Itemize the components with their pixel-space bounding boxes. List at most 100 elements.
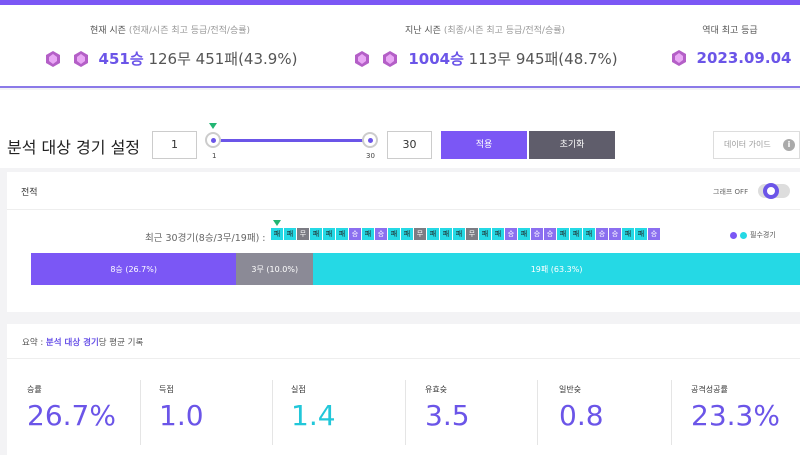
- recent-marker-icon: [273, 220, 281, 226]
- game-result-tile[interactable]: 승: [349, 228, 361, 240]
- stat-label: 일반슛: [559, 385, 582, 394]
- stat-label: 공격성공률: [691, 385, 728, 394]
- min-games-input[interactable]: 1: [152, 131, 197, 159]
- game-result-tile[interactable]: 패: [323, 228, 335, 240]
- game-result-tile[interactable]: 승: [375, 228, 387, 240]
- settings-title: 분석 대상 경기 설정: [7, 138, 141, 157]
- toggle-knob: [763, 183, 779, 199]
- current-season-record: 451승 126무 451패(43.9%): [98, 50, 298, 68]
- slider-min-label: 1: [212, 152, 217, 160]
- reset-button[interactable]: 초기화: [529, 131, 615, 159]
- game-result-tile[interactable]: 패: [622, 228, 634, 240]
- stat-conceded: 실점 1.4: [291, 384, 336, 432]
- game-result-tile[interactable]: 패: [583, 228, 595, 240]
- game-result-tile[interactable]: 패: [453, 228, 465, 240]
- data-guide-label: 데이터 가이드: [724, 140, 771, 149]
- game-result-tile[interactable]: 패: [388, 228, 400, 240]
- stat-value: 26.7%: [27, 399, 116, 432]
- recent-games-label: 최근 30경기(8승/3무/19패) :: [145, 233, 266, 244]
- game-result-tile[interactable]: 패: [479, 228, 491, 240]
- game-result-tile[interactable]: 패: [401, 228, 413, 240]
- stat-shots-on-target: 유효슛 3.5: [425, 384, 470, 432]
- game-result-tile[interactable]: 승: [596, 228, 608, 240]
- record-panel: 전적 그래프 OFF 최근 30경기(8승/3무/19패) : 패패무패패패승패…: [7, 172, 800, 312]
- graph-toggle[interactable]: [758, 183, 790, 199]
- stat-value: 0.8: [559, 399, 604, 432]
- last-season: 지난 시즌 (최종/시즌 최고 등급/전적/승률) 1004승 113무 945…: [350, 23, 620, 69]
- game-result-tile[interactable]: 패: [284, 228, 296, 240]
- stat-label: 실점: [291, 385, 306, 394]
- game-result-tile[interactable]: 패: [271, 228, 283, 240]
- record-title: 전적: [21, 188, 38, 198]
- range-slider-max-handle[interactable]: [362, 132, 378, 148]
- game-result-tile[interactable]: 무: [466, 228, 478, 240]
- game-result-tile[interactable]: 패: [635, 228, 647, 240]
- slider-marker-icon: [209, 123, 217, 129]
- must-game-legend: 필수경기: [730, 230, 776, 240]
- graph-toggle-label: 그래프 OFF: [713, 188, 749, 196]
- game-result-tile[interactable]: 패: [336, 228, 348, 240]
- last-season-record: 1004승 113무 945패(48.7%): [408, 50, 618, 68]
- last-season-label: 지난 시즌 (최종/시즌 최고 등급/전적/승률): [404, 26, 566, 36]
- divider: [272, 380, 273, 445]
- last-best-gem-icon: [383, 50, 398, 67]
- game-result-tile[interactable]: 패: [492, 228, 504, 240]
- stat-value: 3.5: [425, 399, 470, 432]
- result-ratio-bar: 8승 (26.7%) 3무 (10.0%) 19패 (63.3%): [31, 253, 800, 285]
- slider-max-label: 30: [366, 152, 375, 160]
- recent-games-list: 패패무패패패승패승패패무패패패무패패승패승승패패패승승패패승: [271, 228, 660, 240]
- stat-value: 23.3%: [691, 399, 780, 432]
- season-summary-header: 현재 시즌 (현재/시즌 최고 등급/전적/승률) 451승 126무 451패…: [0, 5, 800, 88]
- stat-value: 1.0: [159, 399, 204, 432]
- legend-purple-dot-icon: [730, 231, 737, 239]
- stat-value: 1.4: [291, 399, 336, 432]
- current-best-gem-icon: [73, 50, 88, 67]
- game-result-tile[interactable]: 승: [505, 228, 517, 240]
- all-time-best-date: 2023.09.04: [696, 49, 792, 67]
- game-result-tile[interactable]: 승: [648, 228, 660, 240]
- stat-label: 승률: [27, 385, 42, 394]
- apply-button[interactable]: 적용: [441, 131, 527, 159]
- stat-label: 유효슛: [425, 385, 448, 394]
- legend-cyan-dot-icon: [740, 231, 747, 239]
- max-games-input[interactable]: 30: [387, 131, 432, 159]
- divider: [671, 380, 672, 445]
- game-result-tile[interactable]: 무: [414, 228, 426, 240]
- range-slider-track[interactable]: [212, 139, 370, 142]
- divider: [537, 380, 538, 445]
- game-result-tile[interactable]: 패: [518, 228, 530, 240]
- stat-other-shots: 일반슛 0.8: [559, 384, 604, 432]
- current-season: 현재 시즌 (현재/시즌 최고 등급/전적/승률) 451승 126무 451패…: [40, 23, 300, 69]
- summary-panel: 요약 : 분석 대상 경기당 평균 기록 승률 26.7% 득점 1.0 실점 …: [7, 324, 800, 455]
- stat-win-rate: 승률 26.7%: [27, 384, 116, 432]
- game-result-tile[interactable]: 승: [531, 228, 543, 240]
- all-time-best-label: 역대 최고 등급: [702, 26, 758, 36]
- game-result-tile[interactable]: 승: [544, 228, 556, 240]
- range-slider-min-handle[interactable]: [205, 132, 221, 148]
- summary-title: 요약 : 분석 대상 경기당 평균 기록: [22, 338, 144, 348]
- game-result-tile[interactable]: 패: [440, 228, 452, 240]
- data-guide-button[interactable]: 데이터 가이드 i: [713, 131, 800, 159]
- divider: [405, 380, 406, 445]
- game-result-tile[interactable]: 패: [362, 228, 374, 240]
- draw-segment: 3무 (10.0%): [236, 253, 314, 285]
- stat-label: 득점: [159, 385, 174, 394]
- all-time-gem-icon: [671, 50, 686, 66]
- game-result-tile[interactable]: 패: [570, 228, 582, 240]
- divider: [140, 380, 141, 445]
- loss-segment: 19패 (63.3%): [313, 253, 800, 285]
- stat-goals: 득점 1.0: [159, 384, 204, 432]
- game-result-tile[interactable]: 무: [297, 228, 309, 240]
- all-time-best: 역대 최고 등급 2023.09.04: [660, 23, 800, 68]
- analysis-settings: 분석 대상 경기 설정 1 1 30 30 적용 초기화 데이터 가이드 i: [0, 120, 800, 168]
- last-rank-gem-icon: [355, 50, 370, 67]
- spacer: [0, 90, 800, 120]
- current-season-label: 현재 시즌 (현재/시즌 최고 등급/전적/승률): [89, 26, 251, 36]
- game-result-tile[interactable]: 패: [557, 228, 569, 240]
- game-result-tile[interactable]: 패: [427, 228, 439, 240]
- current-rank-gem-icon: [45, 50, 60, 67]
- info-icon: i: [783, 139, 795, 151]
- win-segment: 8승 (26.7%): [31, 253, 237, 285]
- game-result-tile[interactable]: 승: [609, 228, 621, 240]
- game-result-tile[interactable]: 패: [310, 228, 322, 240]
